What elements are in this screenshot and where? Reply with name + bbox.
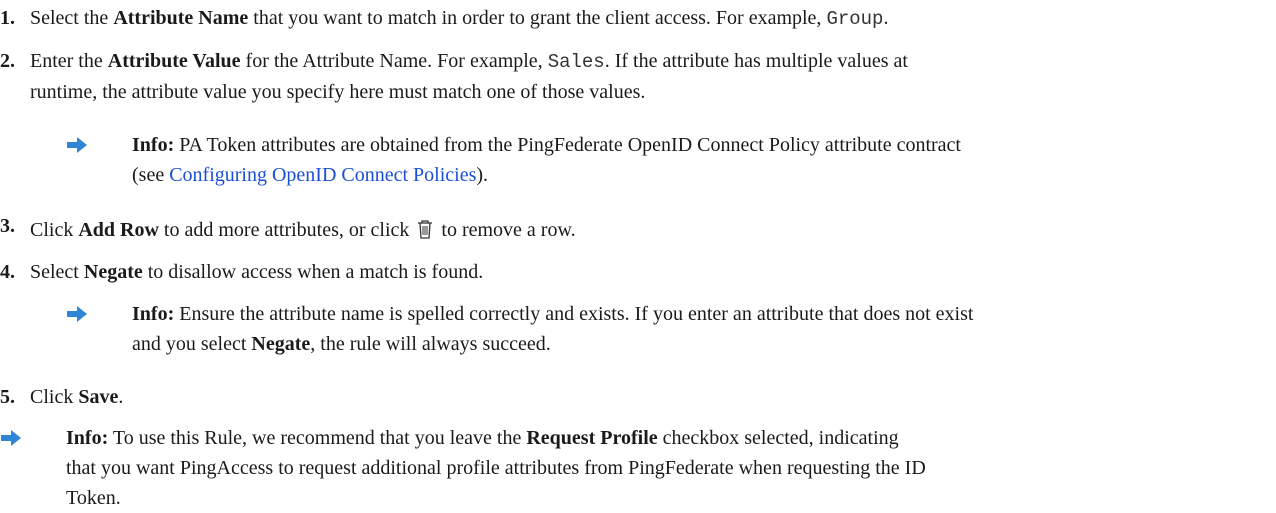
step-number: 3. bbox=[0, 215, 15, 237]
info-label: Info: bbox=[66, 427, 109, 449]
add-row-term: Add Row bbox=[78, 219, 159, 241]
attribute-name-term: Attribute Name bbox=[113, 7, 249, 29]
attribute-value-term: Attribute Value bbox=[107, 50, 241, 72]
step-text: Enter the Attribute Value for the Attrib… bbox=[30, 50, 908, 103]
step-number: 4. bbox=[0, 261, 15, 283]
negate-term: Negate bbox=[251, 333, 311, 355]
step-number: 2. bbox=[0, 50, 15, 72]
note-text: Info: Ensure the attribute name is spell… bbox=[132, 303, 974, 355]
note-text: Info: PA Token attributes are obtained f… bbox=[132, 134, 961, 186]
right-arrow-icon bbox=[67, 137, 87, 153]
step-3: 3. Click Add Row to add more attributes,… bbox=[0, 215, 1250, 245]
note-text: Info: To use this Rule, we recommend tha… bbox=[66, 427, 926, 509]
step-text: Click Add Row to add more attributes, or… bbox=[30, 219, 576, 241]
configuring-oidc-policies-link[interactable]: Configuring OpenID Connect Policies bbox=[169, 164, 476, 186]
step-text: Select the Attribute Name that you want … bbox=[30, 7, 889, 30]
step-number: 1. bbox=[0, 7, 15, 29]
step-5: 5. Click Save. bbox=[0, 382, 1250, 412]
info-note-3: Info: To use this Rule, we recommend tha… bbox=[0, 423, 1270, 513]
info-note-1: Info: PA Token attributes are obtained f… bbox=[66, 130, 1266, 190]
step-1: 1. Select the Attribute Name that you wa… bbox=[0, 3, 1250, 34]
right-arrow-icon bbox=[67, 306, 87, 322]
step-4: 4. Select Negate to disallow access when… bbox=[0, 257, 1250, 287]
request-profile-term: Request Profile bbox=[526, 427, 658, 449]
step-text: Click Save. bbox=[30, 386, 124, 408]
step-2: 2. Enter the Attribute Value for the Att… bbox=[0, 46, 1250, 107]
save-term: Save bbox=[78, 386, 119, 408]
info-note-2: Info: Ensure the attribute name is spell… bbox=[66, 299, 1266, 359]
document-page: 1. Select the Attribute Name that you wa… bbox=[0, 0, 1276, 509]
right-arrow-icon bbox=[1, 430, 21, 446]
info-label: Info: bbox=[132, 303, 175, 325]
trash-icon bbox=[418, 220, 433, 239]
example-code: Group bbox=[826, 8, 884, 30]
example-code: Sales bbox=[547, 51, 605, 73]
step-text: Select Negate to disallow access when a … bbox=[30, 261, 484, 283]
step-number: 5. bbox=[0, 386, 15, 408]
info-label: Info: bbox=[132, 134, 175, 156]
negate-term: Negate bbox=[83, 261, 143, 283]
